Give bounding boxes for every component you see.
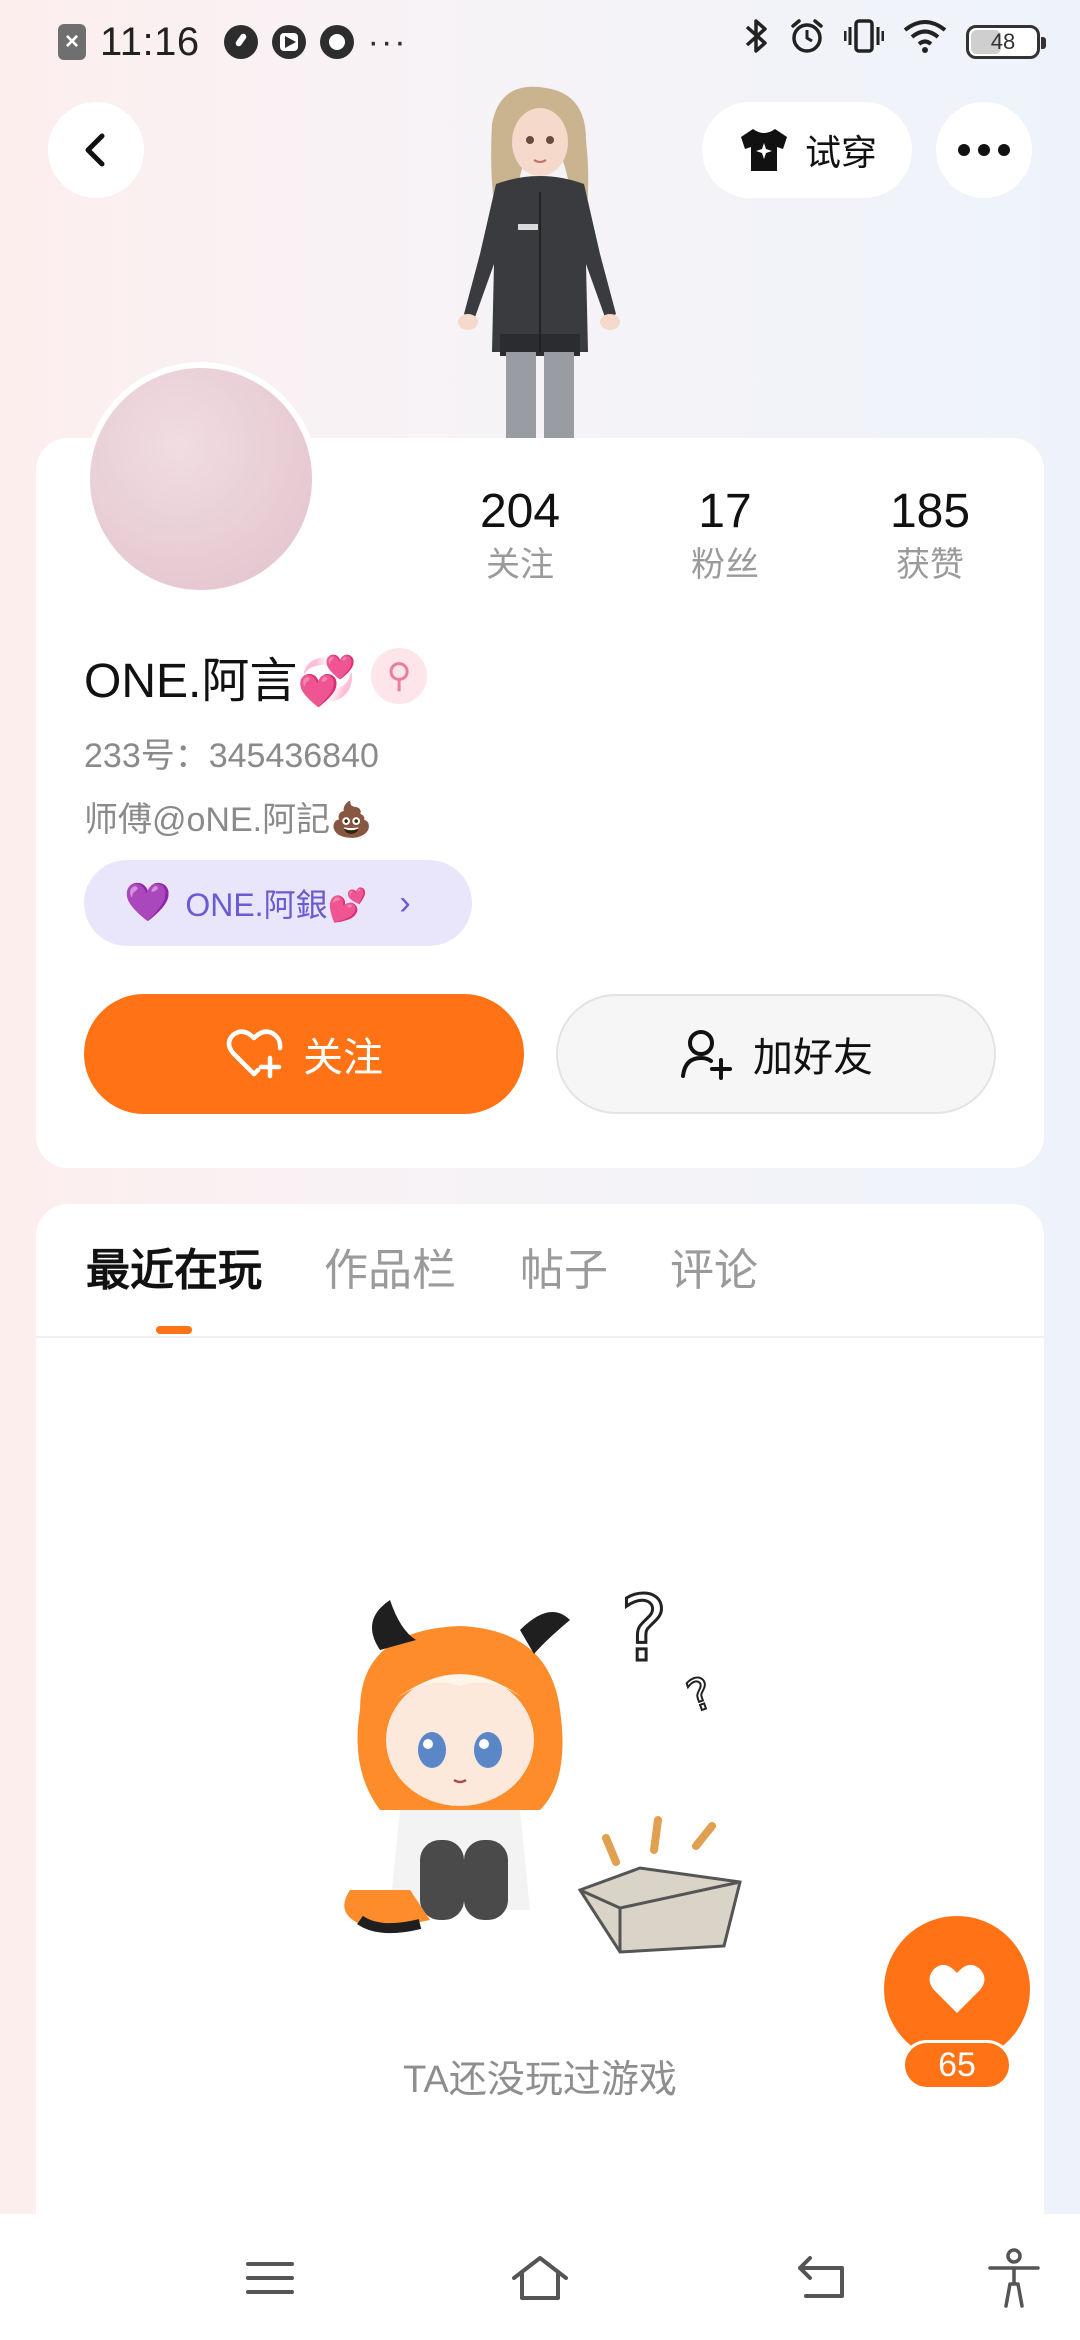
vibrate-icon bbox=[843, 17, 885, 68]
purple-heart-icon: 💜 bbox=[124, 882, 172, 924]
menu-icon bbox=[246, 2262, 294, 2294]
tshirt-sparkle-icon bbox=[740, 129, 787, 171]
status-bar: × 11:16 ··· 48 bbox=[0, 0, 1080, 84]
user-plus-icon bbox=[681, 1030, 732, 1080]
relation-name: ONE.阿銀💕 bbox=[185, 887, 368, 923]
female-gender-icon: ⚲ bbox=[371, 648, 428, 704]
stat-value: 17 bbox=[698, 485, 752, 538]
stat-label: 粉丝 bbox=[691, 546, 759, 584]
more-dot-icon bbox=[978, 144, 990, 156]
more-dot-icon bbox=[958, 144, 970, 156]
follow-button[interactable]: 关注 bbox=[84, 994, 524, 1114]
play-icon bbox=[271, 25, 306, 59]
tab-works[interactable]: 作品栏 bbox=[324, 1244, 456, 1298]
back-nav-button[interactable] bbox=[792, 2248, 852, 2308]
svg-text:?: ? bbox=[680, 1667, 719, 1723]
empty-state-illustration: ? ? bbox=[344, 1590, 742, 1954]
follow-label: 关注 bbox=[303, 1036, 383, 1080]
nickname: ONE.阿言💞 bbox=[84, 655, 358, 708]
wifi-icon bbox=[902, 18, 948, 67]
tab-indicator bbox=[156, 1326, 192, 1334]
stat-value: 185 bbox=[889, 485, 971, 538]
tab-recently-played[interactable]: 最近在玩 bbox=[86, 1244, 262, 1298]
more-options-button[interactable] bbox=[936, 102, 1032, 198]
tab-comments[interactable]: 评论 bbox=[670, 1244, 758, 1298]
battery-indicator: 48 bbox=[966, 25, 1046, 59]
user-id: 233号：345436840 bbox=[84, 737, 379, 775]
back-icon bbox=[798, 2256, 844, 2298]
bluetooth-icon bbox=[744, 17, 770, 68]
relation-chip[interactable]: 💜 ONE.阿銀💕 › bbox=[84, 860, 472, 946]
floating-like-button[interactable]: 65 bbox=[884, 1916, 1030, 2096]
stat-following[interactable]: 204 关注 bbox=[420, 484, 620, 590]
alarm-icon bbox=[788, 17, 826, 68]
avatar[interactable] bbox=[84, 362, 318, 596]
home-button[interactable] bbox=[506, 2248, 574, 2308]
close-notification-icon: × bbox=[58, 24, 86, 60]
stat-value: 204 bbox=[479, 485, 561, 538]
system-nav-bar bbox=[0, 2214, 1080, 2340]
accessibility-button[interactable] bbox=[984, 2248, 1044, 2308]
more-dot-icon bbox=[998, 144, 1010, 156]
stat-fans[interactable]: 17 粉丝 bbox=[625, 484, 825, 590]
menu-button[interactable] bbox=[240, 2248, 300, 2308]
avatar-3d-figure bbox=[458, 86, 620, 440]
try-on-button[interactable]: 试穿 bbox=[702, 102, 912, 198]
alarm-notification-icon bbox=[319, 25, 354, 59]
accessibility-icon bbox=[988, 2248, 1040, 2308]
like-count: 65 bbox=[902, 2040, 1012, 2090]
home-icon bbox=[512, 2256, 568, 2300]
tab-bar: 最近在玩 作品栏 帖子 评论 bbox=[36, 1204, 1044, 1338]
add-friend-button[interactable]: 加好友 bbox=[556, 994, 996, 1114]
back-button[interactable] bbox=[48, 102, 144, 198]
heart-plus-icon bbox=[226, 1029, 283, 1079]
stats-row: 204 关注 17 粉丝 185 获赞 bbox=[420, 484, 1040, 594]
add-friend-label: 加好友 bbox=[753, 1036, 873, 1080]
try-on-label: 试穿 bbox=[804, 132, 877, 173]
heart-icon bbox=[929, 1964, 985, 2013]
tab-posts[interactable]: 帖子 bbox=[520, 1244, 608, 1298]
nickname-row: ONE.阿言💞 ⚲ bbox=[84, 644, 428, 708]
svg-text:?: ? bbox=[620, 1590, 668, 1682]
chevron-right-icon: › bbox=[399, 883, 411, 922]
stat-label: 获赞 bbox=[896, 546, 964, 584]
more-notifications-icon: ··· bbox=[367, 23, 408, 61]
chevron-left-icon bbox=[85, 133, 105, 167]
stat-likes[interactable]: 185 获赞 bbox=[830, 484, 1030, 590]
status-time: 11:16 bbox=[100, 19, 200, 64]
gauge-icon bbox=[223, 25, 258, 59]
stat-label: 关注 bbox=[486, 546, 554, 584]
master-link[interactable]: 师傅@oNE.阿記💩 bbox=[84, 792, 372, 841]
